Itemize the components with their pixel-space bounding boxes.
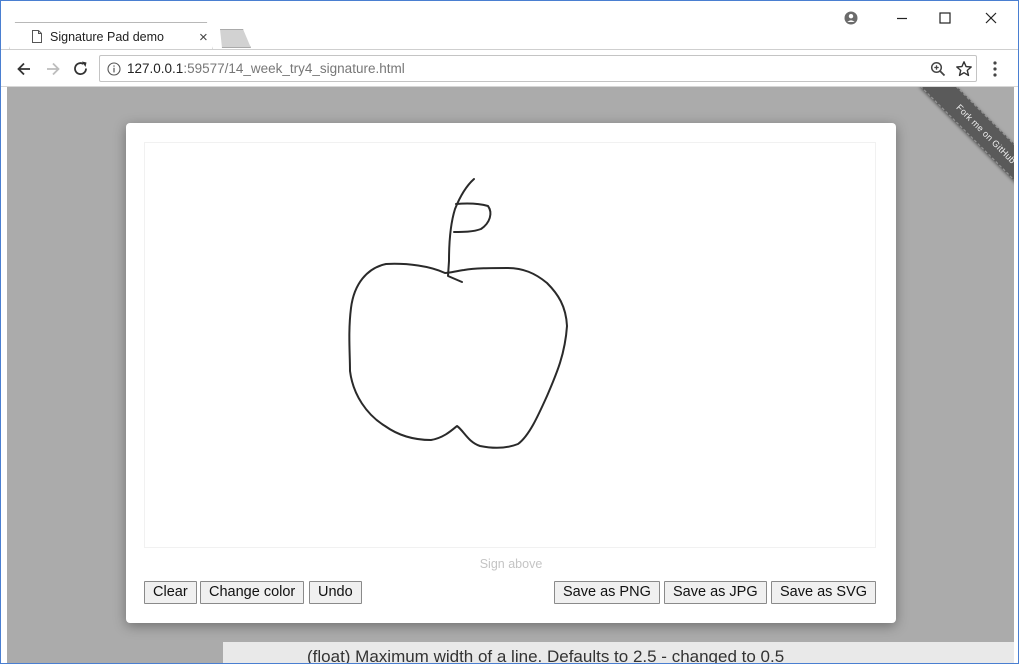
profile-icon[interactable] (841, 8, 861, 28)
github-ribbon[interactable]: Fork me on GitHub (904, 87, 1014, 197)
tab-close-icon[interactable]: × (199, 29, 208, 46)
zoom-icon[interactable] (930, 61, 946, 77)
minimize-icon[interactable] (892, 8, 912, 28)
tab-title: Signature Pad demo (50, 30, 164, 44)
undo-button[interactable]: Undo (309, 581, 362, 604)
tab-strip: Signature Pad demo × (1, 1, 1018, 49)
save-svg-button[interactable]: Save as SVG (771, 581, 877, 604)
url-text: 127.0.0.1:59577/14_week_try4_signature.h… (127, 61, 405, 76)
menu-kebab-icon[interactable] (988, 60, 1002, 78)
save-png-button[interactable]: Save as PNG (554, 581, 660, 604)
signature-drawing (348, 178, 568, 449)
address-bar[interactable]: 127.0.0.1:59577/14_week_try4_signature.h… (99, 55, 977, 82)
documentation-text: (float) Maximum width of a line. Default… (307, 647, 785, 664)
info-icon[interactable] (107, 62, 121, 76)
save-jpg-button[interactable]: Save as JPG (664, 581, 767, 604)
reload-icon[interactable] (71, 59, 91, 79)
maximize-icon[interactable] (935, 8, 955, 28)
new-tab-button[interactable] (216, 29, 251, 48)
github-ribbon-label[interactable]: Fork me on GitHub (920, 87, 1014, 197)
bookmark-star-icon[interactable] (955, 60, 973, 78)
signature-pad-card: Sign above Clear Change color Undo Save … (126, 123, 896, 623)
close-window-icon[interactable] (981, 8, 1001, 28)
sign-above-hint: Sign above (479, 557, 543, 571)
signature-canvas[interactable] (144, 142, 876, 548)
leaf-stroke (453, 202, 492, 233)
change-color-button[interactable]: Change color (200, 581, 305, 604)
url-host: 127.0.0.1 (127, 61, 184, 76)
browser-window: Signature Pad demo × 127.0.0.1:59577/14_… (0, 0, 1019, 664)
apple-body-stroke (348, 262, 568, 449)
url-path: :59577/14_week_try4_signature.html (183, 61, 405, 76)
document-icon (32, 30, 42, 43)
forward-icon[interactable] (43, 59, 63, 79)
clear-button[interactable]: Clear (144, 581, 197, 604)
browser-toolbar: 127.0.0.1:59577/14_week_try4_signature.h… (1, 49, 1018, 87)
page-content: (float) Maximum width of a line. Default… (7, 87, 1014, 664)
back-icon[interactable] (14, 59, 34, 79)
tab-signature-pad[interactable]: Signature Pad demo × (9, 22, 213, 51)
